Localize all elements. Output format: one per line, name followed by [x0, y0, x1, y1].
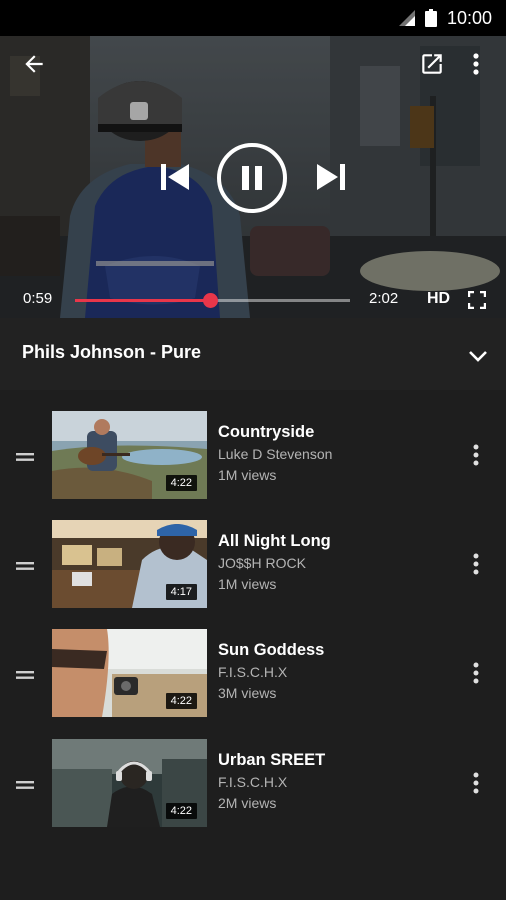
- open-in-new-icon: [422, 54, 442, 74]
- playlist-item[interactable]: 4:22 Countryside Luke D Stevenson 1M vie…: [0, 411, 506, 515]
- item-more-button[interactable]: [464, 439, 488, 471]
- video-artist: JO$$H ROCK: [218, 555, 306, 571]
- video-artist: Luke D Stevenson: [218, 446, 333, 462]
- status-bar: 10:00: [0, 0, 506, 36]
- item-more-button[interactable]: [464, 657, 488, 689]
- chevron-down-icon: [469, 351, 487, 362]
- video-title: Urban SREET: [218, 751, 326, 769]
- video-thumbnail[interactable]: 4:22: [52, 411, 207, 499]
- video-player[interactable]: 0:59 2:02 HD: [0, 36, 506, 318]
- video-title: All Night Long: [218, 532, 331, 550]
- playlist: 4:22 Countryside Luke D Stevenson 1M vie…: [0, 390, 506, 900]
- more-vert-icon: [473, 444, 479, 466]
- video-title: Countryside: [218, 423, 315, 441]
- video-views: 2M views: [218, 795, 277, 811]
- more-vert-icon: [473, 662, 479, 684]
- drag-handle-icon[interactable]: [14, 449, 36, 465]
- collapse-button[interactable]: [462, 344, 494, 368]
- duration-badge: 4:22: [165, 475, 197, 491]
- more-vert-icon: [473, 53, 479, 75]
- video-views: 1M views: [218, 576, 277, 592]
- playlist-header: Phils Johnson - Pure: [0, 318, 506, 390]
- status-icons: 10:00: [398, 7, 492, 28]
- video-views: 1M views: [218, 467, 277, 483]
- duration-badge: 4:22: [165, 693, 197, 709]
- skip-next-icon: [317, 164, 345, 190]
- back-button[interactable]: [16, 46, 52, 82]
- signal-icon: [398, 10, 415, 26]
- battery-icon: [424, 9, 437, 27]
- skip-previous-icon: [161, 164, 189, 190]
- item-more-button[interactable]: [464, 548, 488, 580]
- more-vert-icon: [473, 553, 479, 575]
- arrow-back-icon: [25, 55, 43, 73]
- elapsed-time: 0:59: [23, 290, 53, 307]
- previous-button[interactable]: [154, 154, 196, 200]
- video-thumbnail[interactable]: 4:22: [52, 629, 207, 717]
- open-in-new-button[interactable]: [414, 46, 450, 82]
- drag-handle-icon[interactable]: [14, 777, 36, 793]
- video-thumbnail[interactable]: 4:17: [52, 520, 207, 608]
- duration-badge: 4:17: [165, 584, 197, 600]
- seek-bar[interactable]: [75, 293, 350, 308]
- video-title: Sun Goddess: [218, 641, 325, 659]
- fullscreen-button[interactable]: [464, 288, 490, 312]
- seek-bar-thumb[interactable]: [202, 293, 218, 308]
- pause-button[interactable]: [216, 142, 288, 214]
- drag-handle-icon[interactable]: [14, 667, 36, 683]
- player-more-button[interactable]: [462, 46, 490, 82]
- next-button[interactable]: [310, 154, 352, 200]
- playlist-item[interactable]: 4:22 Sun Goddess F.I.S.C.H.X 3M views: [0, 629, 506, 733]
- video-thumbnail[interactable]: 4:22: [52, 739, 207, 827]
- total-time: 2:02: [369, 290, 399, 307]
- more-vert-icon: [473, 772, 479, 794]
- playlist-item[interactable]: 4:17 All Night Long JO$$H ROCK 1M views: [0, 520, 506, 624]
- video-artist: F.I.S.C.H.X: [218, 774, 288, 790]
- seek-bar-progress: [75, 299, 210, 302]
- fullscreen-icon: [468, 291, 486, 309]
- quality-button[interactable]: HD: [427, 290, 450, 308]
- video-views: 3M views: [218, 685, 277, 701]
- item-more-button[interactable]: [464, 767, 488, 799]
- duration-badge: 4:22: [165, 803, 197, 819]
- video-artist: F.I.S.C.H.X: [218, 664, 288, 680]
- pause-icon: [217, 143, 287, 213]
- playlist-title: Phils Johnson - Pure: [22, 342, 202, 362]
- drag-handle-icon[interactable]: [14, 558, 36, 574]
- playlist-item[interactable]: 4:22 Urban SREET F.I.S.C.H.X 2M views: [0, 739, 506, 843]
- status-clock: 10:00: [446, 7, 492, 28]
